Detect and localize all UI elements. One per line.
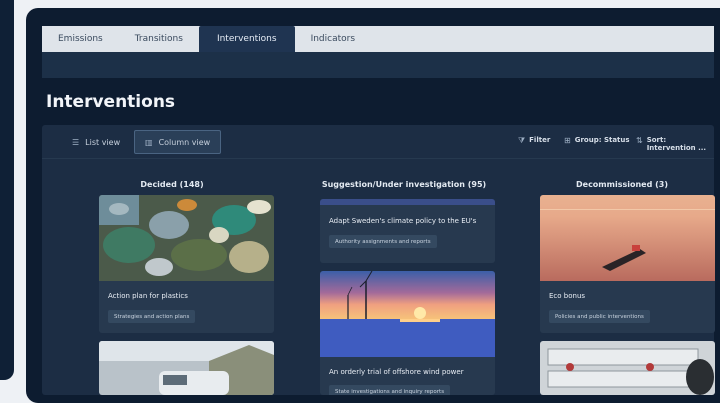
- card-eco-bonus[interactable]: Eco bonus Policies and public interventi…: [540, 195, 715, 333]
- card-partial[interactable]: [540, 341, 715, 395]
- columns-icon: ▥: [145, 137, 153, 147]
- column-header-decommissioned: Decommissioned (3): [576, 180, 668, 189]
- group-button[interactable]: ⊞ Group: Status: [564, 136, 630, 145]
- tab-indicators[interactable]: Indicators: [295, 26, 371, 52]
- card-tag: State investigations and inquiry reports: [329, 385, 451, 395]
- card-title: Action plan for plastics: [108, 292, 188, 300]
- card-image-plastics: [99, 195, 274, 281]
- group-label: Group: Status: [574, 136, 630, 144]
- card-image-wind: [320, 271, 495, 357]
- card-offshore-wind[interactable]: An orderly trial of offshore wind power …: [320, 271, 495, 395]
- card-tag: Policies and public interventions: [549, 310, 650, 323]
- column-view-button[interactable]: ▥ Column view: [134, 130, 222, 154]
- sort-label: Sort: Intervention ...: [646, 136, 707, 152]
- filter-label: Filter: [529, 136, 551, 144]
- card-title: Eco bonus: [549, 292, 586, 300]
- tab-bar: Emissions Transitions Interventions Indi…: [42, 26, 714, 78]
- column-header-suggestion: Suggestion/Under investigation (95): [321, 180, 487, 189]
- card-title: An orderly trial of offshore wind power: [329, 368, 464, 376]
- card-image-ship: [540, 195, 715, 281]
- tab-interventions[interactable]: Interventions: [198, 26, 295, 52]
- card-image-truck: [99, 341, 274, 395]
- list-icon: ☰: [72, 137, 80, 147]
- filter-button[interactable]: ⧩ Filter: [518, 136, 550, 146]
- card-image-trains: [540, 341, 715, 395]
- group-icon: ⊞: [564, 136, 571, 145]
- sort-button[interactable]: ⇅ Sort: Intervention ...: [636, 136, 714, 152]
- page-title: Interventions: [46, 92, 176, 112]
- kanban-board: ☰ List view ▥ Column view ⧩ Filter ⊞ Gro…: [42, 125, 715, 395]
- tab-content-bar: [42, 52, 714, 78]
- column-view-label: Column view: [158, 137, 211, 147]
- card-image-strip: [320, 199, 495, 205]
- tab-transitions[interactable]: Transitions: [119, 26, 199, 52]
- board-toolbar: ☰ List view ▥ Column view ⧩ Filter ⊞ Gro…: [42, 125, 714, 159]
- list-view-label: List view: [85, 137, 121, 147]
- list-view-button[interactable]: ☰ List view: [62, 130, 130, 154]
- card-partial[interactable]: [99, 341, 274, 395]
- filter-icon: ⧩: [518, 136, 526, 145]
- card-adapt-climate-policy[interactable]: Adapt Sweden's climate policy to the EU'…: [320, 199, 495, 263]
- card-tag: Authority assignments and reports: [329, 235, 437, 248]
- card-tag: Strategies and action plans: [108, 310, 196, 323]
- left-panel: [0, 0, 14, 380]
- app-window: Emissions Transitions Interventions Indi…: [26, 8, 720, 403]
- column-header-decided: Decided (148): [140, 180, 204, 189]
- tab-emissions[interactable]: Emissions: [42, 26, 119, 52]
- card-action-plan-plastics[interactable]: Action plan for plastics Strategies and …: [99, 195, 274, 333]
- sort-icon: ⇅: [636, 136, 643, 145]
- card-title: Adapt Sweden's climate policy to the EU'…: [329, 217, 477, 225]
